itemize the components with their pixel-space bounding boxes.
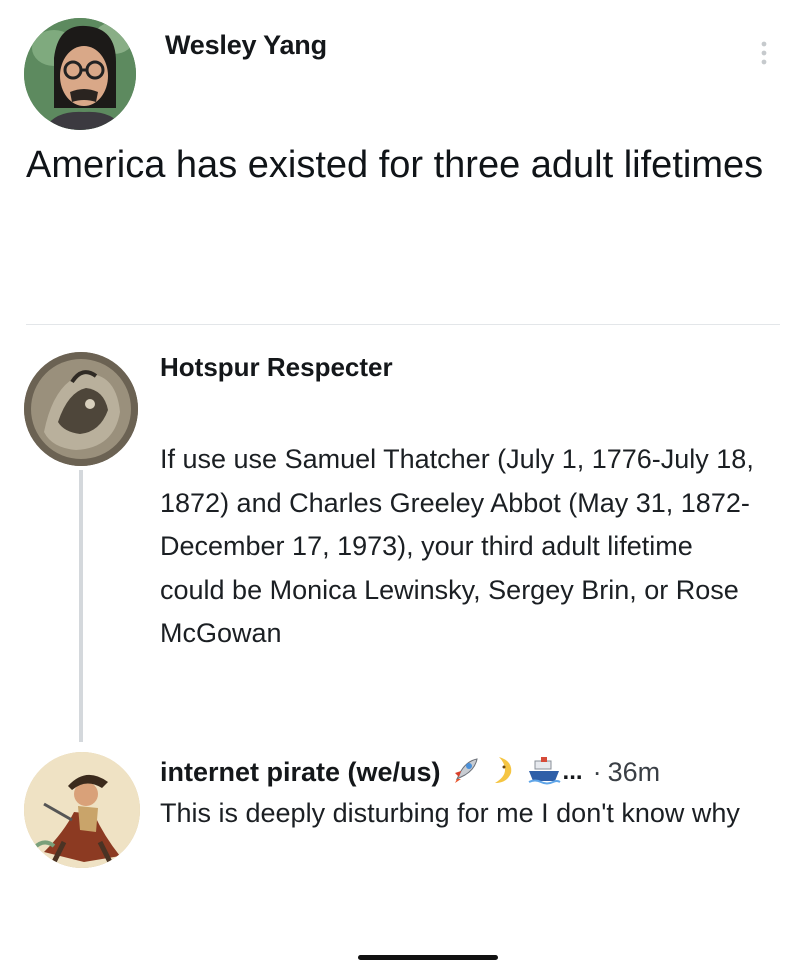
home-indicator: [358, 955, 498, 960]
reply1-avatar[interactable]: [24, 352, 138, 466]
divider: [26, 324, 780, 325]
ship-icon: [527, 755, 561, 790]
reply1-author-name[interactable]: Hotspur Respecter: [160, 352, 393, 383]
crescent-moon-icon: [491, 755, 517, 790]
reply2-author-name[interactable]: internet pirate (we/us): [160, 757, 441, 788]
op-avatar[interactable]: [24, 18, 136, 130]
op-tweet-text: America has existed for three adult life…: [26, 144, 764, 186]
reply2-tweet-text: This is deeply disturbing for me I don't…: [160, 798, 740, 828]
more-options-icon[interactable]: [754, 36, 774, 76]
reply2-timestamp[interactable]: 36m: [608, 757, 661, 788]
reply1-tweet-text: If use use Samuel Thatcher (July 1, 1776…: [160, 444, 754, 648]
rocket-icon: [451, 755, 481, 790]
thread-connector-line: [79, 470, 83, 742]
name-truncation-ellipsis: ...: [562, 758, 583, 785]
separator-dot: ·: [592, 756, 602, 787]
reply2-header: internet pirate (we/us) ... · 36m: [160, 752, 780, 792]
op-author-name[interactable]: Wesley Yang: [165, 30, 327, 61]
reply2-avatar[interactable]: [24, 752, 140, 868]
